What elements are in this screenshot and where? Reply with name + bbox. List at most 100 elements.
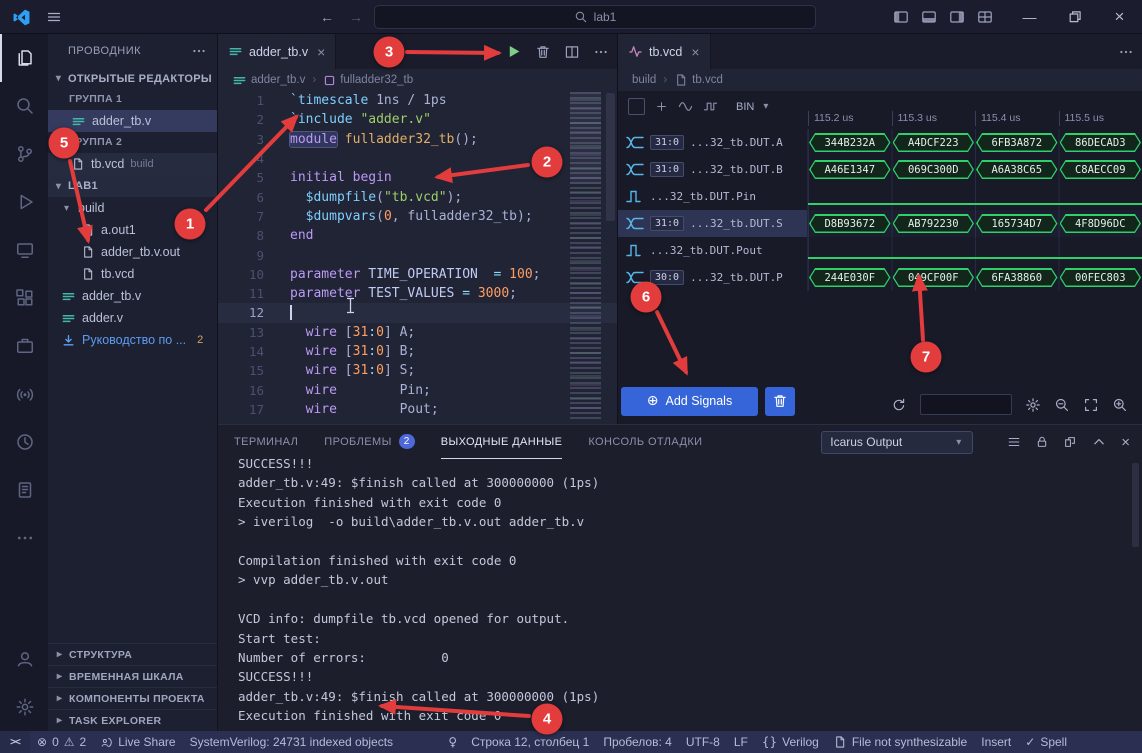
plus-icon[interactable] (655, 100, 668, 113)
selection-indicator[interactable]: ♀ (441, 731, 464, 753)
activity-notebooks[interactable] (0, 466, 48, 514)
close-tab-icon[interactable]: × (691, 44, 699, 60)
delete-signal-button[interactable] (765, 387, 795, 416)
breadcrumb-item[interactable]: fulladder32_tb (323, 74, 413, 87)
net-color-box[interactable] (628, 98, 645, 115)
signal-wave[interactable] (808, 183, 1142, 210)
tree-item[interactable]: tb.vcd (48, 263, 217, 285)
tab-adder-tb-v[interactable]: adder_tb.v × (218, 34, 336, 69)
toggle-panel-icon[interactable] (921, 9, 937, 25)
signal-row[interactable]: 31:0...32_tb.DUT.BA46E1347069C300DA6A38C… (618, 156, 1142, 183)
signal-row[interactable]: ...32_tb.DUT.Pin (618, 183, 1142, 210)
systemverilog-status[interactable]: SystemVerilog: 24731 indexed objects (183, 731, 400, 753)
activity-settings[interactable] (0, 683, 48, 731)
open-editor-item[interactable]: tb.vcdbuild (48, 153, 217, 175)
output-channel-select[interactable]: Icarus Output▾ (821, 431, 973, 454)
tree-item[interactable]: adder.v (48, 307, 217, 329)
maximize-panel-icon[interactable] (1091, 434, 1107, 450)
activity-project-manager[interactable] (0, 322, 48, 370)
activity-more-views[interactable] (0, 514, 48, 562)
breadcrumb-item[interactable]: tb.vcd (674, 73, 723, 87)
open-editor-item[interactable]: adder_tb.v (48, 110, 217, 132)
encoding[interactable]: UTF-8 (679, 731, 727, 753)
signal-wave[interactable]: 244E030F049CF00F6FA3886000FEC803 (808, 264, 1142, 291)
tree-item[interactable]: adder_tb.v (48, 285, 217, 307)
signal-wave[interactable]: A46E1347069C300DA6A38C65C8AECC09 (808, 156, 1142, 183)
more-actions-icon[interactable] (191, 43, 207, 59)
zoom-in-icon[interactable] (1112, 397, 1128, 413)
sidebar-section[interactable]: ▸КОМПОНЕНТЫ ПРОЕКТА (48, 687, 217, 709)
panel-tab[interactable]: ВЫХОДНЫЕ ДАННЫЕ (441, 425, 563, 459)
command-center[interactable]: lab1 (374, 5, 816, 29)
output-list-icon[interactable] (1007, 435, 1021, 449)
remote-indicator[interactable]: >< (0, 731, 30, 753)
signal-name-cell[interactable]: ...32_tb.DUT.Pout (618, 237, 808, 264)
signal-row[interactable]: 31:0...32_tb.DUT.A344B232AA4DCF2236FB3A8… (618, 129, 1142, 156)
editor-more-actions-icon[interactable] (1118, 44, 1134, 60)
close-window-button[interactable]: × (1097, 0, 1142, 34)
activity-run-debug[interactable] (0, 178, 48, 226)
spell-status[interactable]: ✓Spell (1018, 731, 1074, 753)
close-tab-icon[interactable]: × (317, 44, 325, 60)
open-editors-header[interactable]: ▾ОТКРЫТЫЕ РЕДАКТОРЫ (48, 68, 217, 89)
open-in-editor-icon[interactable] (1063, 435, 1077, 449)
signal-wave[interactable]: 344B232AA4DCF2236FB3A87286DECAD3 (808, 129, 1142, 156)
tree-item[interactable]: adder_tb.v.out (48, 241, 217, 263)
code-line[interactable]: 13 wire [31:0] A; (218, 323, 617, 342)
editor-more-actions-icon[interactable] (593, 44, 609, 60)
activity-remote-explorer[interactable] (0, 226, 48, 274)
minimize-button[interactable]: — (1007, 0, 1052, 34)
code-line[interactable]: 7 $dumpvars(0, fulladder32_tb); (218, 207, 617, 226)
signal-name-cell[interactable]: 31:0...32_tb.DUT.S (618, 210, 808, 237)
nav-back-icon[interactable]: ← (320, 9, 334, 25)
restore-button[interactable] (1052, 0, 1097, 34)
signal-name-cell[interactable]: 30:0...32_tb.DUT.P (618, 264, 808, 291)
signal-name-cell[interactable]: ...32_tb.DUT.Pin (618, 183, 808, 210)
customize-layout-icon[interactable] (977, 9, 993, 25)
code-line[interactable]: 16 wire Pin; (218, 380, 617, 399)
code-line[interactable]: 14 wire [31:0] B; (218, 342, 617, 361)
code-line[interactable]: 4 (218, 149, 617, 168)
activity-timeline[interactable] (0, 418, 48, 466)
menu-icon[interactable] (46, 9, 62, 25)
code-line[interactable]: 15 wire [31:0] S; (218, 361, 617, 380)
signal-row[interactable]: 31:0...32_tb.DUT.SD8B93672AB792230165734… (618, 210, 1142, 237)
close-panel-icon[interactable]: × (1121, 434, 1130, 451)
activity-explorer[interactable] (0, 34, 48, 82)
problems-status[interactable]: ⊗0 ⚠2 (30, 731, 93, 753)
activity-extensions[interactable] (0, 274, 48, 322)
code-line[interactable]: 10parameter TIME_OPERATION = 100; (218, 265, 617, 284)
panel-scrollbar[interactable] (1131, 461, 1140, 727)
format-select[interactable]: BIN▾ (736, 101, 771, 113)
tree-item[interactable]: a.out1 (48, 219, 217, 241)
activity-live-share[interactable] (0, 370, 48, 418)
refresh-icon[interactable] (891, 397, 907, 413)
output-console[interactable]: SUCCESS!!!adder_tb.v:49: $finish called … (238, 459, 1126, 729)
add-signals-button[interactable]: ⊕ Add Signals (621, 387, 758, 416)
sidebar-section[interactable]: ▸TASK EXPLORER (48, 709, 217, 731)
signal-wave[interactable]: D8B93672AB792230165734D74F8D96DC (808, 210, 1142, 237)
analog-wave-icon[interactable] (678, 99, 693, 114)
code-line[interactable]: 2`include "adder.v" (218, 110, 617, 129)
lock-scroll-icon[interactable] (1035, 435, 1049, 449)
sidebar-section[interactable]: ▸СТРУКТУРА (48, 643, 217, 665)
nav-forward-icon[interactable]: → (349, 9, 363, 25)
toggle-secondary-sidebar-icon[interactable] (949, 9, 965, 25)
digital-wave-icon[interactable] (703, 99, 718, 114)
code-line[interactable]: 8end (218, 226, 617, 245)
signal-name-cell[interactable]: 31:0...32_tb.DUT.A (618, 129, 808, 156)
workspace-header[interactable]: ▾LAB1 (48, 175, 217, 197)
signal-row[interactable]: ...32_tb.DUT.Pout (618, 237, 1142, 264)
split-editor-button[interactable] (564, 44, 580, 60)
indentation[interactable]: Пробелов: 4 (596, 731, 679, 753)
signal-row[interactable]: 30:0...32_tb.DUT.P244E030F049CF00F6FA388… (618, 264, 1142, 291)
signal-wave[interactable] (808, 237, 1142, 264)
activity-accounts[interactable] (0, 635, 48, 683)
live-share[interactable]: Live Share (93, 731, 182, 753)
waveform-search-input[interactable] (920, 394, 1012, 415)
panel-tab[interactable]: ТЕРМИНАЛ (234, 425, 298, 459)
sidebar-section[interactable]: ▸ВРЕМЕННАЯ ШКАЛА (48, 665, 217, 687)
waveform-settings-icon[interactable] (1025, 397, 1041, 413)
code-editor[interactable]: 1`timescale 1ns / 1ps2`include "adder.v"… (218, 91, 617, 424)
breadcrumb-item[interactable]: adder_tb.v (232, 73, 305, 88)
